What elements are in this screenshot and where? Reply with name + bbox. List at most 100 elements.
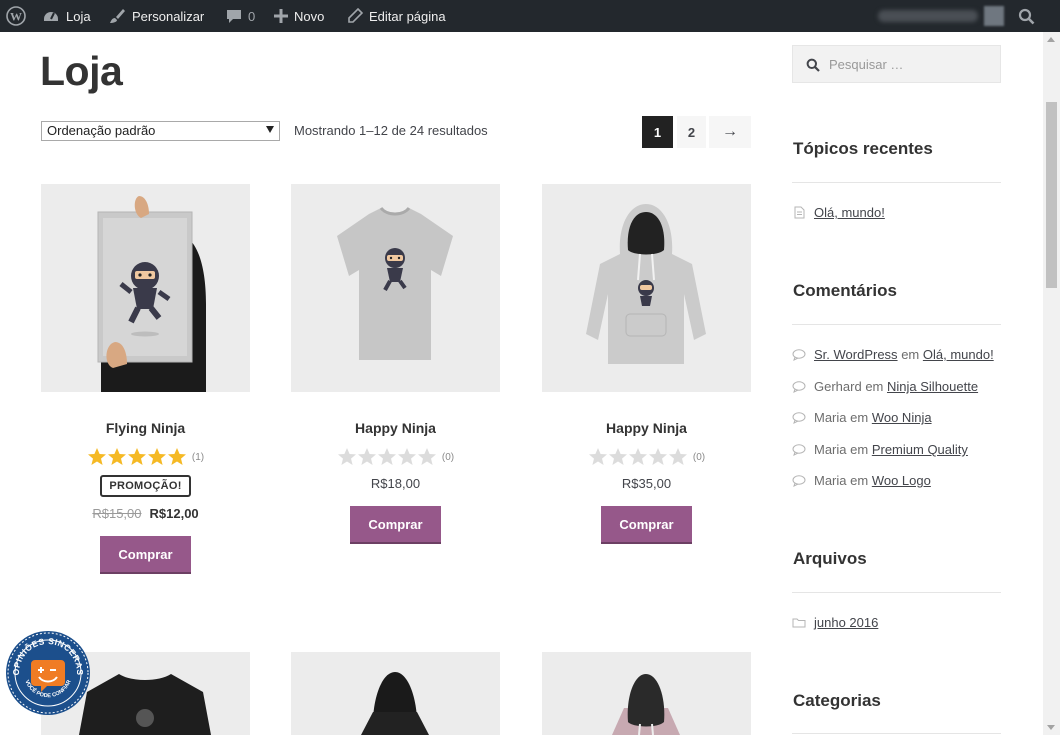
comment-separator: em <box>865 379 884 394</box>
widget-divider <box>792 733 1001 734</box>
comment-separator: em <box>901 347 920 362</box>
comment-separator: em <box>850 473 869 488</box>
product-price: R$35,00 <box>542 476 751 491</box>
regular-price: R$15,00 <box>92 506 142 521</box>
hoodie-photo-icon <box>542 184 751 392</box>
adminbar-new-link[interactable]: Novo <box>274 0 324 32</box>
black-hoodie-photo-icon <box>361 672 429 735</box>
adminbar-search[interactable] <box>1018 0 1035 32</box>
widget-title-recent-posts: Tópicos recentes <box>793 139 933 158</box>
widget-divider <box>792 592 1001 593</box>
product-image[interactable] <box>542 184 751 392</box>
scroll-down-arrow-icon[interactable] <box>1047 725 1055 730</box>
svg-text:W: W <box>10 10 22 24</box>
comment-item: Sr. WordPress em Olá, mundo! <box>792 347 994 362</box>
product-title[interactable]: Happy Ninja <box>291 420 500 436</box>
sale-badge: PROMOÇÃO! <box>100 475 191 497</box>
comment-separator: em <box>850 410 869 425</box>
rating-count: (0) <box>692 451 706 463</box>
regular-price: R$18,00 <box>370 476 421 491</box>
pagination-next-arrow[interactable]: → <box>709 116 751 148</box>
scrollbar-thumb[interactable] <box>1046 102 1057 288</box>
comment-bubble-icon <box>792 474 806 487</box>
comment-item: Maria em Woo Logo <box>792 473 931 488</box>
scroll-up-arrow-icon[interactable] <box>1047 37 1055 42</box>
product-card: Flying Ninja (1) PROMOÇÃO! R$15,00 R$12,0… <box>41 184 250 574</box>
rating-count: (1) <box>191 451 205 463</box>
page-title: Loja <box>40 48 123 94</box>
brush-icon <box>110 9 125 23</box>
recent-post-link[interactable]: Olá, mundo! <box>814 205 885 220</box>
search-icon <box>1018 8 1035 24</box>
trust-badge[interactable]: OPINIÕES SINCERAS VOCÊ PODE CONFIAR <box>5 630 91 716</box>
adminbar-edit-page-label: Editar página <box>369 8 446 24</box>
comment-item: Maria em Woo Ninja <box>792 410 932 425</box>
search-input[interactable]: Pesquisar … <box>792 45 1001 83</box>
comment-item: Maria em Premium Quality <box>792 442 968 457</box>
comment-bubble-icon <box>227 10 241 23</box>
orderby-select[interactable]: Ordenação padrão <box>41 121 280 141</box>
product-price: R$15,00 R$12,00 <box>41 506 250 521</box>
chevron-down-icon <box>266 126 274 133</box>
product-card: Happy Ninja (0) R$18,00 Comprar <box>291 184 500 544</box>
regular-price: R$35,00 <box>621 476 672 491</box>
comment-post-link[interactable]: Ninja Silhouette <box>887 379 978 394</box>
adminbar-comments-count: 0 <box>248 8 256 24</box>
comment-post-link[interactable]: Premium Quality <box>872 442 968 457</box>
adminbar-customize-link[interactable]: Personalizar <box>108 0 204 32</box>
avatar <box>984 6 1004 26</box>
add-to-cart-button[interactable]: Comprar <box>100 536 191 574</box>
five-star-rating-icon <box>87 448 186 465</box>
adminbar-user-account[interactable] <box>878 6 1008 26</box>
admin-bar: W Loja Personalizar 0 Novo Editar página <box>0 0 1060 32</box>
comment-post-link[interactable]: Woo Logo <box>872 473 931 488</box>
trust-seal-icon: OPINIÕES SINCERAS VOCÊ PODE CONFIAR <box>6 631 90 715</box>
product-image[interactable] <box>291 184 500 392</box>
dashboard-icon <box>44 12 58 21</box>
archive-item: junho 2016 <box>792 615 878 630</box>
comment-author: Maria <box>814 442 847 457</box>
user-name-blurred <box>878 10 978 22</box>
plus-icon <box>274 9 288 23</box>
comment-author: Gerhard <box>814 379 862 394</box>
add-to-cart-button[interactable]: Comprar <box>350 506 441 544</box>
widget-divider <box>792 324 1001 325</box>
folder-icon <box>792 618 806 628</box>
adminbar-comments-link[interactable]: 0 <box>226 0 255 32</box>
product-title[interactable]: Flying Ninja <box>41 420 250 436</box>
widget-divider <box>792 182 1001 183</box>
product-price: R$18,00 <box>291 476 500 491</box>
comment-item: Gerhard em Ninja Silhouette <box>792 379 978 394</box>
product-title[interactable]: Happy Ninja <box>542 420 751 436</box>
adminbar-site-link[interactable]: Loja <box>42 0 91 32</box>
page-scrollbar[interactable] <box>1043 32 1060 735</box>
pagination-page-2[interactable]: 2 <box>677 116 706 148</box>
tshirt-photo-icon <box>291 184 500 392</box>
rating-count: (0) <box>441 451 455 463</box>
widget-title-comments: Comentários <box>793 281 897 300</box>
comment-bubble-icon <box>792 411 806 424</box>
pink-hoodie-photo-icon <box>612 674 680 735</box>
wordpress-icon: W <box>6 6 26 26</box>
add-to-cart-button[interactable]: Comprar <box>601 506 692 544</box>
pencil-icon <box>348 8 363 23</box>
adminbar-edit-page-link[interactable]: Editar página <box>347 0 446 32</box>
archive-link[interactable]: junho 2016 <box>814 615 878 630</box>
adminbar-site-label: Loja <box>66 8 91 24</box>
comment-post-link[interactable]: Woo Ninja <box>872 410 932 425</box>
comment-post-link[interactable]: Olá, mundo! <box>923 347 994 362</box>
product-image[interactable] <box>542 652 751 735</box>
widget-title-categories: Categorias <box>793 691 881 710</box>
wordpress-logo-menu[interactable]: W <box>6 0 26 32</box>
star-rating: (1) <box>41 446 250 468</box>
comment-author-link[interactable]: Sr. WordPress <box>814 347 898 362</box>
product-image[interactable] <box>291 652 500 735</box>
search-icon <box>806 58 820 72</box>
comment-bubble-icon <box>792 348 806 361</box>
document-icon <box>794 206 804 219</box>
product-image[interactable] <box>41 184 250 392</box>
comment-bubble-icon <box>792 380 806 393</box>
pagination-page-1[interactable]: 1 <box>642 116 673 148</box>
adminbar-new-label: Novo <box>294 8 325 24</box>
adminbar-customize-label: Personalizar <box>132 8 205 24</box>
